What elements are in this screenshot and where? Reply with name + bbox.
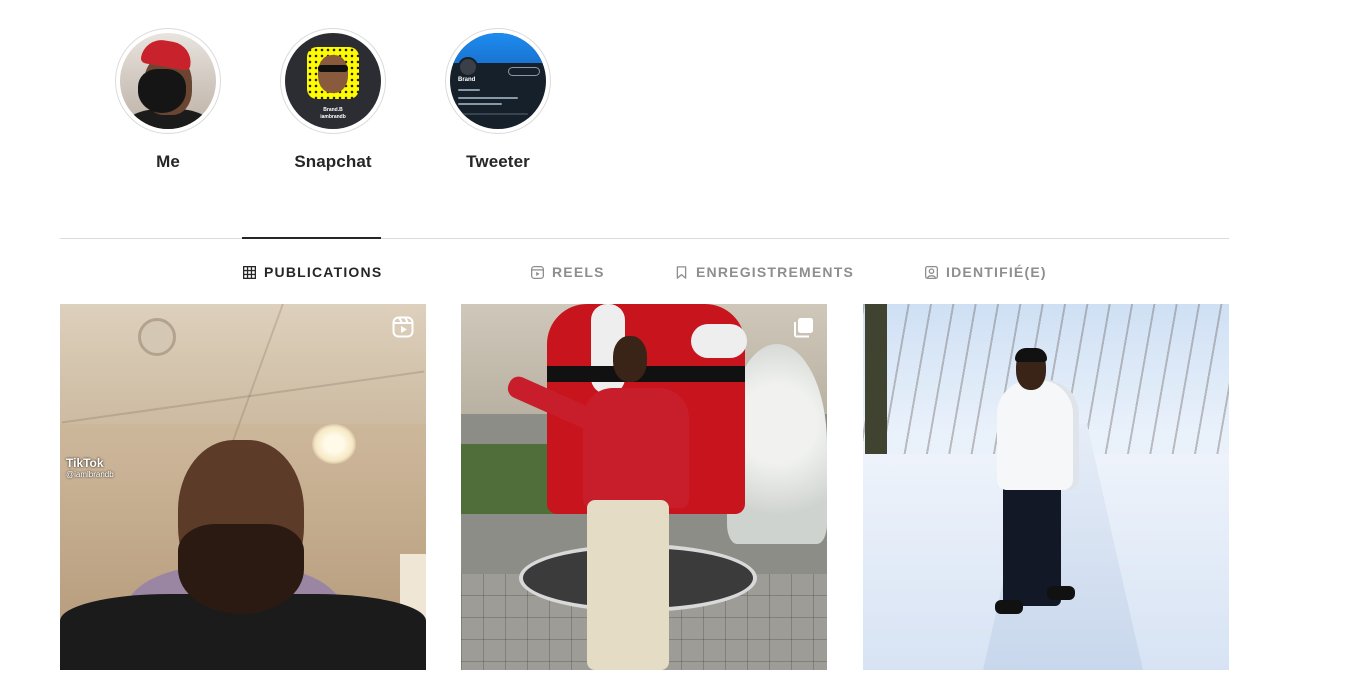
twitter-profile-name: Brand xyxy=(458,77,476,83)
snapchat-caption: Brand.B iambrandb xyxy=(320,107,346,120)
highlight-label-me: Me xyxy=(156,152,180,171)
bookmark-icon xyxy=(676,265,687,279)
highlight-snapchat[interactable]: Brand.B iambrandb Snapchat xyxy=(263,28,403,178)
highlight-tweeter[interactable]: Brand Tweeter xyxy=(428,28,568,178)
highlight-cover-me xyxy=(120,33,216,129)
tab-saved[interactable]: ENREGISTREMENTS xyxy=(675,262,854,282)
carousel-icon xyxy=(794,318,813,338)
tab-publications[interactable]: PUBLICATIONS xyxy=(243,262,382,282)
tab-reels[interactable]: REELS xyxy=(531,262,605,282)
active-tab-indicator xyxy=(242,237,381,239)
tab-label: ENREGISTREMENTS xyxy=(696,264,855,280)
grid-icon xyxy=(243,265,256,279)
tagged-person-icon xyxy=(925,265,938,279)
post-thumbnail-3[interactable] xyxy=(863,304,1229,670)
tab-label: REELS xyxy=(552,264,605,280)
tabs-divider xyxy=(60,238,1229,239)
reel-icon xyxy=(392,316,414,338)
highlight-ring: Brand.B iambrandb xyxy=(280,28,386,134)
tiktok-watermark: TikTok @iamlbrandb xyxy=(66,456,114,479)
tab-label: IDENTIFIÉ(E) xyxy=(946,264,1047,280)
highlight-cover-tweeter: Brand xyxy=(450,33,546,129)
highlight-ring: Brand xyxy=(445,28,551,134)
highlight-cover-snapchat: Brand.B iambrandb xyxy=(285,33,381,129)
tab-label: PUBLICATIONS xyxy=(264,264,383,280)
tab-tagged[interactable]: IDENTIFIÉ(E) xyxy=(925,262,1047,282)
avatar xyxy=(458,57,478,77)
post-thumbnail-1[interactable]: TikTok @iamlbrandb xyxy=(60,304,426,670)
highlight-ring xyxy=(115,28,221,134)
highlight-me[interactable]: Me xyxy=(98,28,238,178)
reels-icon xyxy=(531,265,544,279)
highlight-label-tweeter: Tweeter xyxy=(466,152,530,171)
highlight-label-snapchat: Snapchat xyxy=(294,152,372,171)
post-thumbnail-2[interactable] xyxy=(461,304,827,670)
